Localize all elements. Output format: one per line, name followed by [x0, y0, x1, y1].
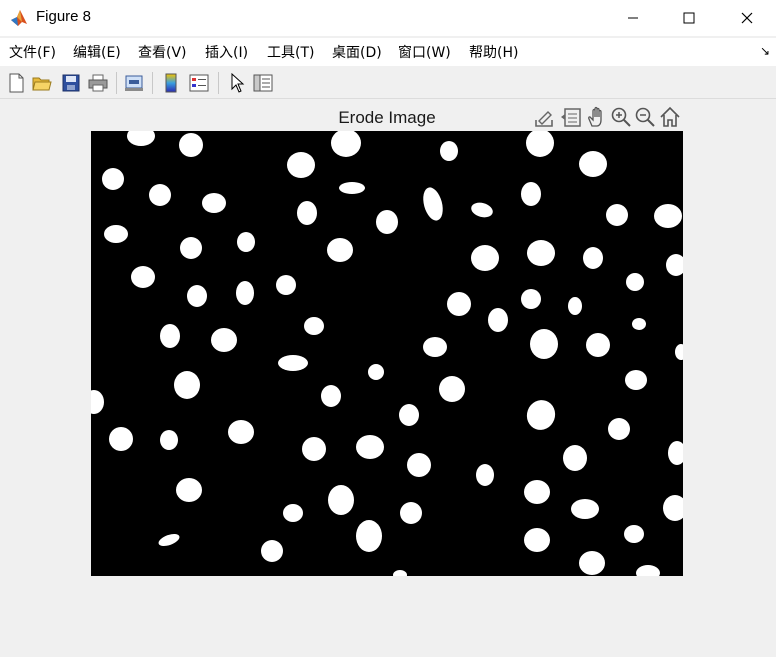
insert-legend-icon[interactable] [187, 71, 211, 95]
menu-file[interactable]: 文件(F) [9, 42, 56, 62]
home-restore-view-icon[interactable] [658, 104, 682, 130]
window-titlebar: Figure 8 [0, 0, 776, 36]
data-tips-icon[interactable] [559, 104, 583, 130]
menu-view[interactable]: 查看(V) [138, 42, 187, 62]
link-plot-icon[interactable] [122, 71, 146, 95]
open-file-icon[interactable] [30, 71, 54, 95]
menu-window[interactable]: 窗口(W) [398, 42, 451, 62]
toolbar-separator [152, 72, 153, 94]
toolbar-separator [218, 72, 219, 94]
print-icon[interactable] [86, 71, 110, 95]
menu-help[interactable]: 帮助(H) [469, 42, 518, 62]
binary-image-blobs [91, 131, 683, 576]
property-inspector-icon[interactable] [251, 71, 275, 95]
toolbar-separator [116, 72, 117, 94]
maximize-button[interactable] [660, 0, 718, 36]
eroded-image [91, 131, 683, 576]
close-button[interactable] [718, 0, 776, 36]
zoom-out-icon[interactable] [633, 104, 657, 130]
menu-edit[interactable]: 编辑(E) [73, 42, 121, 62]
window-title: Figure 8 [36, 8, 92, 25]
insert-colorbar-icon[interactable] [159, 71, 183, 95]
menu-tools[interactable]: 工具(T) [267, 42, 314, 62]
save-icon[interactable] [59, 71, 83, 95]
dock-arrow-icon[interactable]: ↘ [760, 44, 770, 58]
zoom-in-icon[interactable] [609, 104, 633, 130]
pan-hand-icon[interactable] [585, 104, 609, 130]
figure-toolbar [0, 68, 776, 99]
menu-bar: 文件(F) 编辑(E) 查看(V) 插入(I) 工具(T) 桌面(D) 窗口(W… [0, 38, 776, 66]
minimize-button[interactable] [604, 0, 662, 36]
edit-plot-icon[interactable] [225, 71, 249, 95]
export-icon[interactable] [532, 104, 556, 130]
axes-title: Erode Image [338, 108, 436, 127]
menu-desktop[interactable]: 桌面(D) [332, 42, 382, 62]
new-figure-icon[interactable] [4, 71, 28, 95]
matlab-logo-icon [9, 8, 29, 28]
menu-insert[interactable]: 插入(I) [205, 42, 248, 62]
